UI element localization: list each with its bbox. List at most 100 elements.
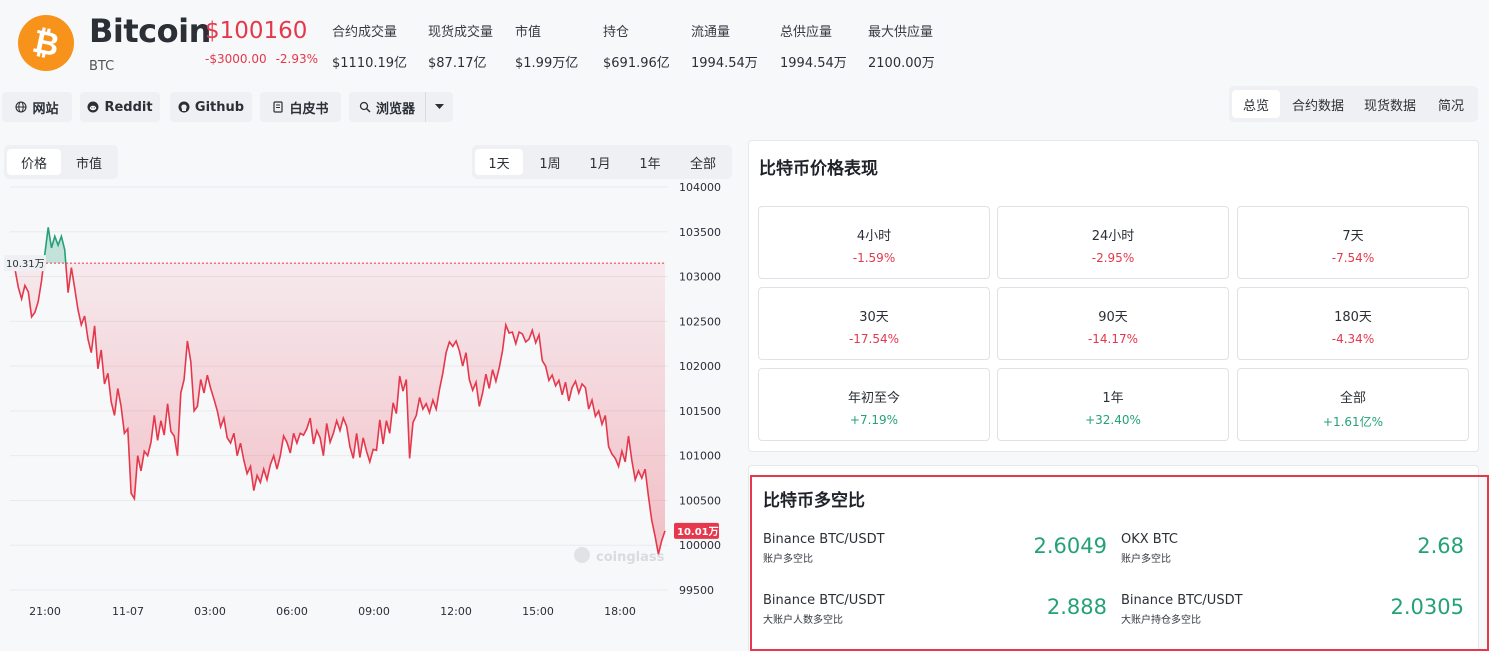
watermark-text: coinglass [596,550,665,565]
svg-text:₿: ₿ [29,22,62,65]
price-change-abs: -$3000.00 [205,52,267,66]
globe-icon [15,101,28,113]
coin-price: $100160 [205,18,308,44]
whitepaper-label: 白皮书 [289,101,329,117]
y-tick-label: 101500 [679,405,721,418]
current-price-text: 10.01万 [677,526,719,538]
bitcoin-icon: ₿ [29,22,62,65]
perf-label: 180天 [1334,310,1372,325]
perf-7d: 7天 -7.54% [1237,206,1469,279]
perf-label: 全部 [1339,391,1366,406]
perf-value: +1.61亿% [1322,415,1384,429]
x-tick-label: 11-07 [112,605,144,618]
range-1w[interactable]: 1周 [526,149,574,175]
x-tick-label: 06:00 [276,605,308,618]
performance-title: 比特币价格表现 [759,159,878,179]
start-price-text: 10.31万 [6,259,45,270]
coinglass-logo-icon [574,547,590,563]
website-label: 网站 [32,101,59,117]
x-tick-label: 12:00 [440,605,472,618]
stat-value: $691.96亿 [603,56,670,71]
perf-1y: 1年 +32.40% [997,368,1229,441]
range-all[interactable]: 全部 [677,149,729,175]
tab-spot-data[interactable]: 现货数据 [1356,90,1424,118]
stat-value: $1110.19亿 [332,56,408,71]
range-1y[interactable]: 1年 [626,149,674,175]
website-button[interactable]: 网站 [2,92,72,122]
tab-overview[interactable]: 总览 [1232,90,1280,118]
stat-total-supply: 总供应量 1994.54万 [780,21,847,71]
coin-name: Bitcoin [89,12,211,50]
chart-mode-toggle: 价格 市值 [4,145,118,179]
x-tick-label: 18:00 [604,605,636,618]
explorer-button[interactable]: 浏览器 [349,92,425,122]
price-chart[interactable]: 104000 103500 103000 102500 102000 101500 1010… [0,180,740,620]
x-tick-label: 03:00 [194,605,226,618]
stat-spot-volume: 现货成交量 $87.17亿 [428,21,493,71]
perf-180d: 180天 -4.34% [1237,287,1469,360]
explorer-icon [359,101,371,113]
stat-label: 市值 [515,25,542,40]
mode-price[interactable]: 价格 [7,149,61,175]
reddit-button[interactable]: Reddit [80,92,160,122]
highlight-box [750,475,1489,651]
perf-value: -14.17% [1087,332,1139,346]
price-change: -$3000.00 -2.93% [205,52,318,66]
stat-label: 现货成交量 [428,25,494,40]
current-price-label: 10.01万 [674,522,719,539]
y-tick-label: 101000 [679,450,721,463]
perf-value: -7.54% [1331,251,1375,265]
github-button[interactable]: Github [170,92,252,122]
tab-profile[interactable]: 简况 [1428,90,1474,118]
github-icon [178,101,190,113]
mode-market-cap[interactable]: 市值 [64,149,114,175]
x-tick-label: 15:00 [522,605,554,618]
start-price-label: 10.31万 [4,255,46,272]
perf-ytd: 年初至今 +7.19% [758,368,990,441]
x-tick-label: 09:00 [358,605,390,618]
perf-label: 90天 [1098,310,1128,325]
caret-down-icon [435,104,444,109]
perf-all: 全部 +1.61亿% [1237,368,1469,441]
stat-open-interest: 持仓 $691.96亿 [603,21,670,71]
price-change-pct: -2.93% [275,52,319,66]
stat-value: $87.17亿 [428,56,487,71]
bitcoin-logo: ₿ [18,15,74,71]
coinglass-watermark: coinglass [574,547,665,565]
stat-label: 最大供应量 [868,25,934,40]
stat-market-cap: 市值 $1.99万亿 [515,21,578,71]
stat-label: 流通量 [691,25,731,40]
perf-value: +32.40% [1085,413,1141,427]
reddit-label: Reddit [104,99,153,115]
document-icon [273,101,284,113]
reddit-icon [87,101,99,113]
x-tick-label: 21:00 [29,605,61,618]
perf-label: 30天 [859,310,889,325]
range-1d[interactable]: 1天 [475,149,523,175]
perf-90d: 90天 -14.17% [997,287,1229,360]
stat-value: 1994.54万 [691,56,758,71]
perf-value: -1.59% [852,251,896,265]
explorer-label: 浏览器 [375,101,415,117]
stat-label: 合约成交量 [332,25,398,40]
perf-4h: 4小时 -1.59% [758,206,990,279]
y-tick-label: 102000 [679,360,721,373]
perf-label: 7天 [1342,229,1364,244]
stat-value: 2100.00万 [868,56,935,71]
stat-label: 持仓 [603,25,630,40]
y-tick-label: 99500 [679,584,714,597]
range-1m[interactable]: 1月 [576,149,624,175]
perf-value: -17.54% [848,332,900,346]
whitepaper-button[interactable]: 白皮书 [260,92,341,122]
github-label: Github [194,99,245,115]
y-tick-label: 100000 [679,539,721,552]
tab-futures-data[interactable]: 合约数据 [1284,90,1352,118]
section-tabs: 总览 合约数据 现货数据 简况 [1229,86,1478,122]
explorer-dropdown-button[interactable] [425,92,453,122]
perf-value: +7.19% [849,413,899,427]
chart-range-tabs: 1天 1周 1月 1年 全部 [472,145,732,179]
y-tick-label: 102500 [679,315,721,328]
perf-value: -2.95% [1091,251,1135,265]
stat-max-supply: 最大供应量 2100.00万 [868,21,935,71]
perf-30d: 30天 -17.54% [758,287,990,360]
